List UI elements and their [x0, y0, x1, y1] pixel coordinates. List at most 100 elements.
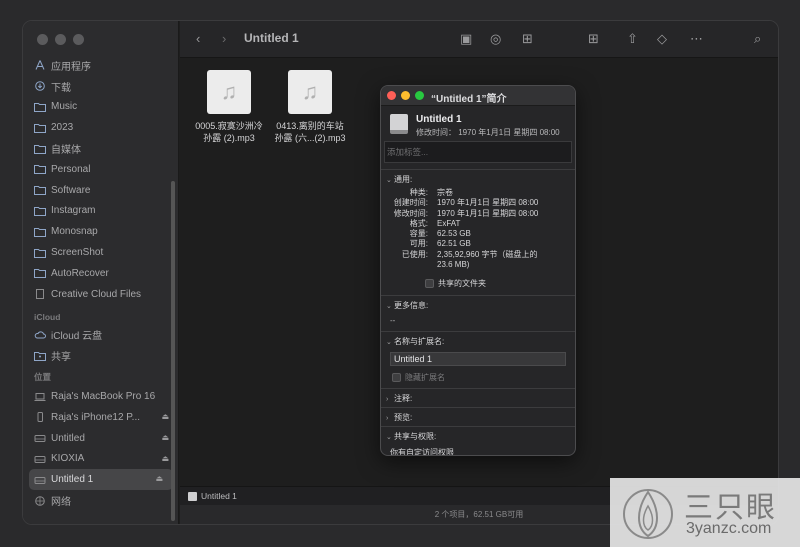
- airdrop-icon[interactable]: ◎: [490, 31, 501, 47]
- chevron-down-icon: ⌄: [386, 434, 392, 442]
- group-icon[interactable]: ⊞: [588, 31, 599, 47]
- modified-time: 修改时间： 1970 年1月1日 星期四 08:00: [416, 128, 560, 137]
- info-title: “Untitled 1”简介: [431, 94, 507, 105]
- drive-icon: [34, 474, 46, 486]
- sidebar-item[interactable]: Music: [23, 97, 179, 118]
- watermark-url: 3yanzc.com: [686, 520, 772, 537]
- sidebar-section-header: 位置: [34, 372, 52, 383]
- file-item[interactable]: ♫ 0005.寂寞沙洲冷 孙露 (2).mp3: [189, 70, 269, 144]
- sidebar-item[interactable]: AutoRecover: [23, 263, 179, 284]
- info-row: 创建时间: 1970 年1月1日 星期四 08:00: [381, 198, 575, 208]
- eject-icon[interactable]: ⏏: [161, 433, 169, 442]
- info-key: 创建时间:: [393, 198, 428, 208]
- sidebar-item-label: KIOXIA: [51, 453, 85, 465]
- sidebar-item[interactable]: Untitled 1 ⏏: [29, 469, 173, 491]
- more-info-section: ⌄ 更多信息: --: [381, 295, 575, 331]
- file-name: 0413.离别的车站 孙露 (六...(2).mp3: [274, 121, 346, 143]
- sidebar-item-label: 自媒体: [51, 145, 81, 157]
- info-row: 种类: 宗卷: [381, 188, 575, 198]
- general-list: 种类: 宗卷 创建时间: 1970 年1月1日 星期四 08:00 修改时间: 1970 …: [381, 188, 575, 270]
- hide-extension-checkbox[interactable]: 隐藏扩展名: [392, 372, 575, 383]
- permissions-text: 你有自定访问权限: [390, 448, 454, 456]
- sidebar-item[interactable]: 2023: [23, 117, 179, 138]
- sidebar-item[interactable]: 共享: [23, 345, 179, 366]
- permissions-toggle[interactable]: ⌄ 共享与权限:: [381, 427, 575, 445]
- tags-input[interactable]: 添加标签...: [384, 141, 572, 163]
- eject-icon[interactable]: ⏏: [161, 412, 169, 421]
- minimize-button[interactable]: [55, 34, 66, 45]
- info-value: 62.51 GB: [437, 239, 471, 249]
- sidebar-item-label: 网络: [51, 497, 71, 509]
- info-value: ExFAT: [437, 218, 461, 228]
- apps-icon: [34, 59, 46, 71]
- sidebar-scrollbar[interactable]: [171, 181, 175, 521]
- download-icon: [34, 80, 46, 92]
- info-key: 格式:: [409, 218, 428, 228]
- sidebar-item[interactable]: Creative Cloud Files: [23, 284, 179, 305]
- sidebar-item-label: Software: [51, 184, 91, 196]
- sidebar-item[interactable]: Raja's iPhone12 P... ⏏: [23, 407, 179, 428]
- sidebar-item-label: 下载: [51, 82, 71, 94]
- preview-section[interactable]: › 预览:: [381, 407, 575, 426]
- chevron-right-icon: ›: [386, 396, 389, 404]
- folder-icon: [34, 205, 46, 217]
- sidebar-item[interactable]: Raja's MacBook Pro 16: [23, 386, 179, 407]
- get-info-window: “Untitled 1”简介 Untitled 1 修改时间： 1970 年1月…: [380, 85, 576, 456]
- drive-icon: [188, 491, 197, 501]
- close-button[interactable]: [387, 91, 396, 100]
- comments-toggle[interactable]: › 注释:: [381, 389, 575, 407]
- back-icon[interactable]: ‹: [196, 31, 200, 46]
- minimize-button[interactable]: [401, 91, 410, 100]
- audio-file-icon: ♫: [207, 70, 251, 114]
- permissions-section: ⌄ 共享与权限: 你有自定访问权限: [381, 426, 575, 456]
- window-title: Untitled 1: [244, 31, 299, 45]
- file-name: 0005.寂寞沙洲冷 孙露 (2).mp3: [195, 121, 263, 143]
- more-info-value: --: [390, 316, 396, 326]
- drive-icon: [34, 453, 46, 465]
- zoom-button[interactable]: [415, 91, 424, 100]
- share-icon[interactable]: ⇧: [627, 31, 638, 47]
- more-info-toggle[interactable]: ⌄ 更多信息:: [381, 296, 575, 314]
- sidebar-item[interactable]: 应用程序: [23, 55, 179, 76]
- sidebar-item[interactable]: 网络: [23, 490, 179, 511]
- sidebar-item[interactable]: KIOXIA ⏏: [23, 449, 179, 470]
- search-icon[interactable]: ⌕: [754, 31, 761, 47]
- sidebar-item[interactable]: Instagram: [23, 201, 179, 222]
- sidebar-item[interactable]: Software: [23, 180, 179, 201]
- info-key: 可用:: [409, 239, 428, 249]
- tag-icon[interactable]: ◇: [657, 31, 667, 47]
- desktop: 应用程序下载 Music 2023 自媒体 Personal Software Instag…: [0, 0, 800, 547]
- preview-toggle[interactable]: › 预览:: [381, 408, 575, 426]
- chevron-down-icon: ⌄: [386, 177, 392, 184]
- sidebar-item[interactable]: Monosnap: [23, 221, 179, 242]
- eject-icon[interactable]: ⏏: [161, 454, 169, 463]
- close-button[interactable]: [37, 34, 48, 45]
- comments-section[interactable]: › 注释:: [381, 388, 575, 407]
- more-actions-icon[interactable]: ⋯: [690, 31, 703, 47]
- file-item[interactable]: ♫ 0413.离别的车站 孙露 (六...(2).mp3: [270, 70, 350, 144]
- sidebar-item[interactable]: 自媒体: [23, 138, 179, 159]
- volume-name: Untitled 1: [416, 114, 462, 125]
- info-value: 宗卷: [437, 188, 453, 197]
- sidebar-item[interactable]: Personal: [23, 159, 179, 180]
- document-icon: [34, 288, 46, 300]
- network-icon: [34, 495, 46, 507]
- general-toggle[interactable]: ⌄ 通用:: [381, 170, 575, 188]
- name-extension-toggle[interactable]: ⌄ 名称与扩展名:: [381, 332, 575, 350]
- eject-icon[interactable]: ⏏: [155, 474, 163, 483]
- zoom-button[interactable]: [73, 34, 84, 45]
- info-value: 62.53 GB: [437, 229, 471, 239]
- sidebar-item[interactable]: Untitled ⏏: [23, 428, 179, 449]
- sidebar-item-label: Creative Cloud Files: [51, 288, 142, 300]
- sidebar-item-label: ScreenShot: [51, 247, 104, 259]
- sidebar-item[interactable]: 下载: [23, 76, 179, 97]
- forward-icon[interactable]: ›: [222, 31, 226, 46]
- sidebar-item[interactable]: ScreenShot: [23, 242, 179, 263]
- info-row: 修改时间: 1970 年1月1日 星期四 08:00: [381, 209, 575, 219]
- sidebar-item-label: 应用程序: [51, 61, 91, 73]
- name-input[interactable]: Untitled 1: [390, 352, 566, 367]
- sidebar-item-label: AutoRecover: [51, 267, 109, 279]
- shared-folder-checkbox[interactable]: 共享的文件夹: [425, 278, 575, 289]
- view-grid-icon[interactable]: ⊞: [522, 31, 533, 47]
- sidebar-item[interactable]: iCloud 云盘: [23, 325, 179, 346]
